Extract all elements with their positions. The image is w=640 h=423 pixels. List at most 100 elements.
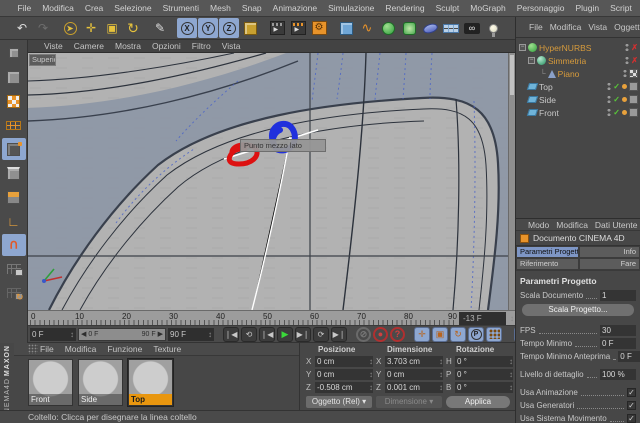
material-menu-modifica[interactable]: Modifica (65, 344, 97, 354)
menu-mesh[interactable]: Mesh (205, 3, 237, 13)
lock-workplane-icon[interactable] (2, 258, 26, 280)
material-menu-texture[interactable]: Texture (153, 344, 181, 354)
current-frame-field[interactable]: 0 F ↕ (30, 327, 76, 341)
om-menu-modifica[interactable]: Modifica (550, 22, 582, 32)
enabled-icon[interactable]: ✓ (613, 82, 620, 91)
menu-mograph[interactable]: MoGraph (465, 3, 511, 13)
menu-plugin[interactable]: Plugin (570, 3, 605, 13)
tree-row-front[interactable]: Front ✓ (516, 106, 640, 119)
rotate-tool-icon[interactable]: ↻ (123, 18, 143, 38)
viewport-scrollbar[interactable] (508, 53, 515, 310)
tab-riferimento[interactable]: Riferimento (516, 258, 579, 270)
light-icon[interactable] (483, 18, 503, 38)
play-button[interactable]: ▶ (277, 326, 293, 342)
generators-nurbs-icon[interactable] (378, 18, 398, 38)
live-selection-icon[interactable]: ➤ (60, 18, 80, 38)
record-key-button[interactable]: ● (373, 326, 388, 342)
om-menu-oggetti[interactable]: Oggetti (614, 22, 640, 32)
menu-snap[interactable]: Snap (236, 3, 267, 13)
camera-icon[interactable]: ∞ (462, 18, 482, 38)
tree-row-side[interactable]: Side ✓ (516, 93, 640, 106)
end-frame-field[interactable]: 90 F ↕ (168, 327, 214, 341)
usa-animazione-checkbox[interactable]: ✓ (627, 388, 636, 397)
viewport-menu-mostra[interactable]: Mostra (115, 41, 141, 51)
frame-offset-field[interactable]: -13 F (459, 312, 506, 325)
texture-tag-icon[interactable] (629, 95, 638, 104)
menu-animazione[interactable]: Animazione (267, 3, 322, 13)
usa-sistema-movimento-checkbox[interactable]: ✓ (627, 414, 636, 423)
key-rotation-button[interactable]: ↻ (450, 326, 466, 342)
points-mode-icon[interactable] (1, 138, 26, 160)
texture-tag-icon[interactable] (629, 82, 638, 91)
key-pla-button[interactable] (486, 326, 502, 342)
livello-dettaglio-field[interactable]: 100 % (600, 369, 636, 380)
visibility-dots-icon[interactable] (623, 69, 627, 78)
visibility-dots-icon[interactable] (607, 108, 612, 117)
rotation-h-field[interactable]: 0 ° ↕ (455, 356, 513, 367)
layer-dot-icon[interactable] (622, 84, 627, 89)
tree-row-top[interactable]: Top ✓ (516, 80, 640, 93)
viewport-menu-viste[interactable]: Viste (44, 41, 63, 51)
position-y-field[interactable]: 0 cm ↕ (315, 369, 373, 380)
om-menu-vista[interactable]: Vista (588, 22, 607, 32)
layer-dot-icon[interactable] (622, 97, 627, 102)
layer-dot-icon[interactable] (622, 110, 627, 115)
timeline-ruler[interactable]: 0 10 20 30 40 50 60 70 80 90 -13 F ↕ (28, 310, 515, 326)
am-menu-modo[interactable]: Modo (528, 220, 549, 230)
axis-mode-icon[interactable]: ∟ (2, 210, 26, 232)
workplane-mode-icon[interactable]: ↻ (2, 282, 26, 304)
goto-start-button[interactable]: ❘◀ (223, 326, 239, 342)
scala-documento-field[interactable]: 1 (600, 290, 636, 301)
visibility-dots-icon[interactable] (625, 43, 630, 52)
menu-personaggio[interactable]: Personaggio (511, 3, 570, 13)
prev-frame-button[interactable]: ❘◀ (259, 326, 275, 342)
menu-modifica[interactable]: Modifica (37, 3, 80, 13)
disabled-icon[interactable]: ✗ (631, 43, 638, 52)
environment-icon[interactable] (420, 18, 440, 38)
make-editable-icon[interactable] (2, 42, 26, 64)
material-front[interactable]: Front (28, 359, 73, 406)
enabled-icon[interactable]: ✓ (613, 95, 620, 104)
viewport-menu-camere[interactable]: Camere (74, 41, 104, 51)
render-view-icon[interactable] (267, 18, 287, 38)
size-z-field[interactable]: 0.001 cm ↕ (385, 382, 443, 393)
tempo-minimo-field[interactable]: 0 F (600, 338, 636, 349)
texture-tag-icon[interactable] (629, 108, 638, 117)
menu-script[interactable]: Script (605, 3, 638, 13)
lock-y-axis-button[interactable]: Y (198, 18, 218, 38)
menu-rendering[interactable]: Rendering (380, 3, 430, 13)
spline-icon[interactable]: ∿ (357, 18, 377, 38)
enabled-icon[interactable]: ✓ (613, 108, 620, 117)
tree-row-simmetria[interactable]: − Simmetria ✗ (516, 54, 640, 67)
menu-sculpt[interactable]: Sculpt (430, 3, 465, 13)
material-menu-funzione[interactable]: Funzione (107, 344, 142, 354)
goto-prev-key-button[interactable]: ⟲ (241, 326, 257, 342)
undo-icon[interactable]: ↶ (12, 18, 32, 38)
tempo-minimo-anteprima-field[interactable]: 0 F (618, 351, 640, 362)
render-settings-icon[interactable]: ⚙ (309, 18, 329, 38)
size-x-field[interactable]: 3.703 cm ↕ (385, 356, 443, 367)
autokey-off-button[interactable]: ⊘ (356, 326, 371, 342)
tab-info[interactable]: Info (579, 246, 640, 258)
material-menu-file[interactable]: File (40, 344, 54, 354)
material-side[interactable]: Side (78, 359, 123, 406)
menu-selezione[interactable]: Selezione (109, 3, 157, 13)
key-scale-button[interactable]: ▣ (432, 326, 448, 342)
panel-grip-icon[interactable] (28, 344, 38, 354)
disabled-icon[interactable]: ✗ (631, 56, 638, 65)
viewport-menu-vista[interactable]: Vista (222, 41, 241, 51)
menu-simulazione[interactable]: Simulazione (323, 3, 380, 13)
deformers-icon[interactable] (399, 18, 419, 38)
tab-parametri-progetto[interactable]: Parametri Progetto (516, 246, 579, 258)
size-y-field[interactable]: 0 cm ↕ (385, 369, 443, 380)
last-tool-icon[interactable]: ✎ (150, 18, 170, 38)
lock-x-axis-button[interactable]: X (177, 18, 197, 38)
object-mode-dropdown[interactable]: Oggetto (Rel) ▾ (306, 396, 372, 408)
viewport-menu-opzioni[interactable]: Opzioni (152, 41, 181, 51)
material-top[interactable]: Top (127, 358, 174, 407)
menu-crea[interactable]: Crea (79, 3, 108, 13)
tab-fare[interactable]: Fare (579, 258, 640, 270)
floor-icon[interactable] (441, 18, 461, 38)
visibility-dots-icon[interactable] (625, 56, 630, 65)
visibility-dots-icon[interactable] (607, 95, 612, 104)
